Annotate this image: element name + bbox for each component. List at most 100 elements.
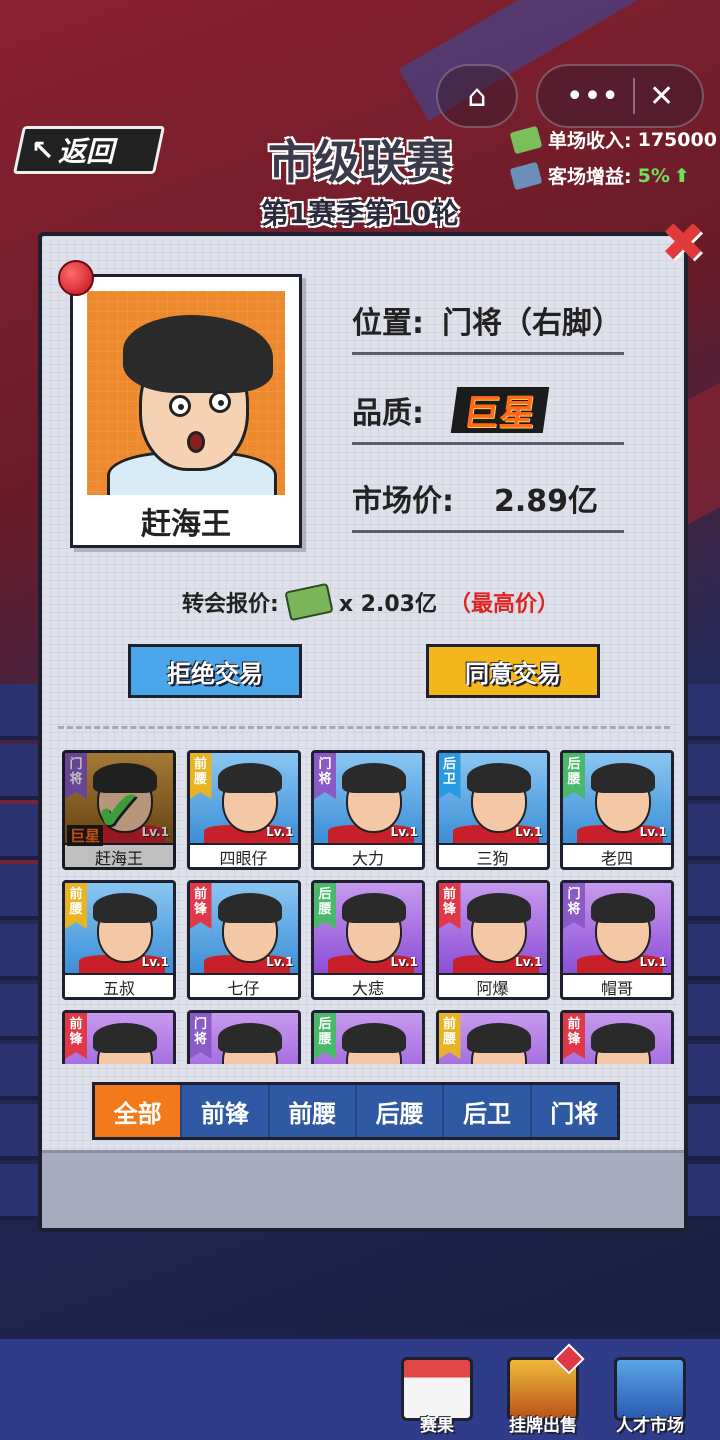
card-level: Lv.1	[515, 825, 543, 839]
back-label: 返回	[58, 135, 115, 168]
tab-4[interactable]: 后卫	[444, 1085, 532, 1137]
listing-button[interactable]: 挂牌出售	[498, 1343, 588, 1436]
position-filter-tabs: 全部 前锋 前腰 后腰 后卫 门将	[92, 1082, 620, 1140]
divider	[352, 530, 624, 533]
roster-card[interactable]: 前锋	[560, 1010, 674, 1064]
league-round: 第1赛季第10轮	[260, 197, 460, 230]
up-arrow-icon: ⬆	[673, 164, 690, 187]
card-name: 老四	[563, 843, 671, 867]
roster-card[interactable]: 门将 Lv.1 帽哥	[560, 880, 674, 1000]
card-level: Lv.1	[515, 955, 543, 969]
card-hair	[217, 1023, 282, 1053]
offer-label: 转会报价:	[182, 592, 279, 617]
transfer-offer: 转会报价: x 2.03亿 （最高价）	[182, 582, 559, 622]
divider	[352, 442, 624, 445]
more-icon[interactable]: •••	[566, 79, 619, 114]
roster-grid: 门将 Lv.1 赶海王 ✔ 巨星前腰 Lv.1 四眼仔门将 Lv.1 大力后卫 Lv.1 三狗后腰 L…	[60, 746, 680, 1064]
roster-card[interactable]: 前腰 Lv.1 五叔	[62, 880, 176, 1000]
position-value: 门将（右脚）	[442, 306, 622, 341]
money-icon	[509, 125, 543, 154]
home-icon: ⌂	[467, 78, 487, 114]
card-name: 帽哥	[563, 973, 671, 997]
card-hair	[591, 763, 655, 793]
roster-card[interactable]: 门将	[186, 1010, 301, 1064]
card-hair	[217, 763, 282, 793]
card-position-tag: 前腰	[65, 883, 87, 929]
talent-market-label: 人才市场	[616, 1416, 684, 1436]
player-name: 赶海王	[141, 507, 231, 542]
card-position-tag: 前锋	[65, 1013, 87, 1059]
card-hair	[591, 1023, 655, 1053]
back-button[interactable]: ↖ 返回	[12, 126, 166, 174]
roster-card[interactable]: 后腰	[311, 1010, 425, 1064]
capsule-divider	[632, 78, 635, 114]
portrait-mouth	[187, 431, 205, 453]
results-button[interactable]: 赛果	[392, 1348, 482, 1436]
card-position-tag: 前锋	[563, 1013, 585, 1059]
roster-card[interactable]: 前锋 Lv.1 七仔	[186, 880, 301, 1000]
quality-badge: 巨星	[450, 387, 550, 434]
tab-3[interactable]: 后腰	[357, 1085, 445, 1137]
back-arrow-icon: ↖	[31, 133, 55, 167]
position-label: 位置:	[352, 306, 424, 341]
mini-program-capsule: ••• ✕	[536, 64, 704, 128]
card-level: Lv.1	[266, 955, 294, 969]
card-name: 七仔	[189, 973, 298, 997]
tab-1[interactable]: 前锋	[182, 1085, 270, 1137]
card-level: Lv.1	[266, 825, 294, 839]
cash-icon	[284, 582, 334, 622]
market-price-row: 市场价: 2.89亿	[352, 478, 624, 519]
card-name: 阿爆	[438, 973, 547, 997]
roster-card[interactable]: 后卫 Lv.1 三狗	[435, 750, 550, 870]
card-position-tag: 前腰	[438, 1013, 461, 1059]
roster-card[interactable]: 后腰 Lv.1 大痣	[311, 880, 425, 1000]
roster-card[interactable]: 前腰	[435, 1010, 550, 1064]
quality-row: 品质: 巨星	[352, 387, 624, 434]
tab-5[interactable]: 门将	[532, 1085, 617, 1137]
card-hair	[466, 763, 531, 793]
roster-card[interactable]: 前腰 Lv.1 四眼仔	[186, 750, 301, 870]
away-icon	[509, 161, 543, 190]
tab-0[interactable]: 全部	[95, 1085, 183, 1137]
tab-2[interactable]: 前腰	[270, 1085, 357, 1137]
income-label: 单场收入:	[548, 130, 632, 152]
talent-market-button[interactable]: 人才市场	[600, 1348, 700, 1436]
card-hair	[93, 1023, 157, 1053]
reject-trade-button[interactable]: 拒绝交易	[128, 644, 302, 698]
close-panel-icon[interactable]: ✖	[658, 216, 708, 270]
away-label: 客场增益:	[548, 166, 632, 188]
card-hair	[342, 763, 406, 793]
card-position-tag: 门将	[314, 753, 336, 799]
position-row: 位置: 门将（右脚）	[352, 300, 624, 341]
roster-card[interactable]: 后腰 Lv.1 老四	[560, 750, 674, 870]
card-name: 赶海王	[65, 843, 173, 867]
card-name: 五叔	[65, 973, 173, 997]
card-level: Lv.1	[639, 825, 667, 839]
card-position-tag: 门将	[563, 883, 585, 929]
divider	[352, 352, 624, 355]
accept-trade-button[interactable]: 同意交易	[426, 644, 600, 698]
player-portrait	[87, 291, 285, 495]
card-level: Lv.1	[390, 825, 418, 839]
card-level: Lv.1	[141, 825, 169, 839]
card-hair	[466, 893, 531, 923]
roster-card[interactable]: 门将 Lv.1 赶海王 ✔ 巨星	[62, 750, 176, 870]
card-position-tag: 门将	[189, 1013, 212, 1059]
close-icon[interactable]: ✕	[649, 79, 674, 114]
home-button[interactable]: ⌂	[436, 64, 518, 128]
card-name: 三狗	[438, 843, 547, 867]
card-hair	[217, 893, 282, 923]
roster-card[interactable]: 前锋 Lv.1 阿爆	[435, 880, 550, 1000]
card-position-tag: 前腰	[189, 753, 212, 799]
player-photo-card: 赶海王	[70, 274, 302, 548]
card-position-tag: 后腰	[563, 753, 585, 799]
card-level: Lv.1	[390, 955, 418, 969]
income-stat: 单场收入: 175000	[509, 125, 717, 154]
results-label: 赛果	[420, 1416, 454, 1436]
quality-label: 品质:	[352, 396, 424, 431]
portrait-eye	[209, 391, 231, 413]
roster-card[interactable]: 前锋	[62, 1010, 176, 1064]
roster-card[interactable]: 门将 Lv.1 大力	[311, 750, 425, 870]
away-bonus-stat: 客场增益: 5% ⬆	[509, 161, 690, 190]
card-level: Lv.1	[141, 955, 169, 969]
